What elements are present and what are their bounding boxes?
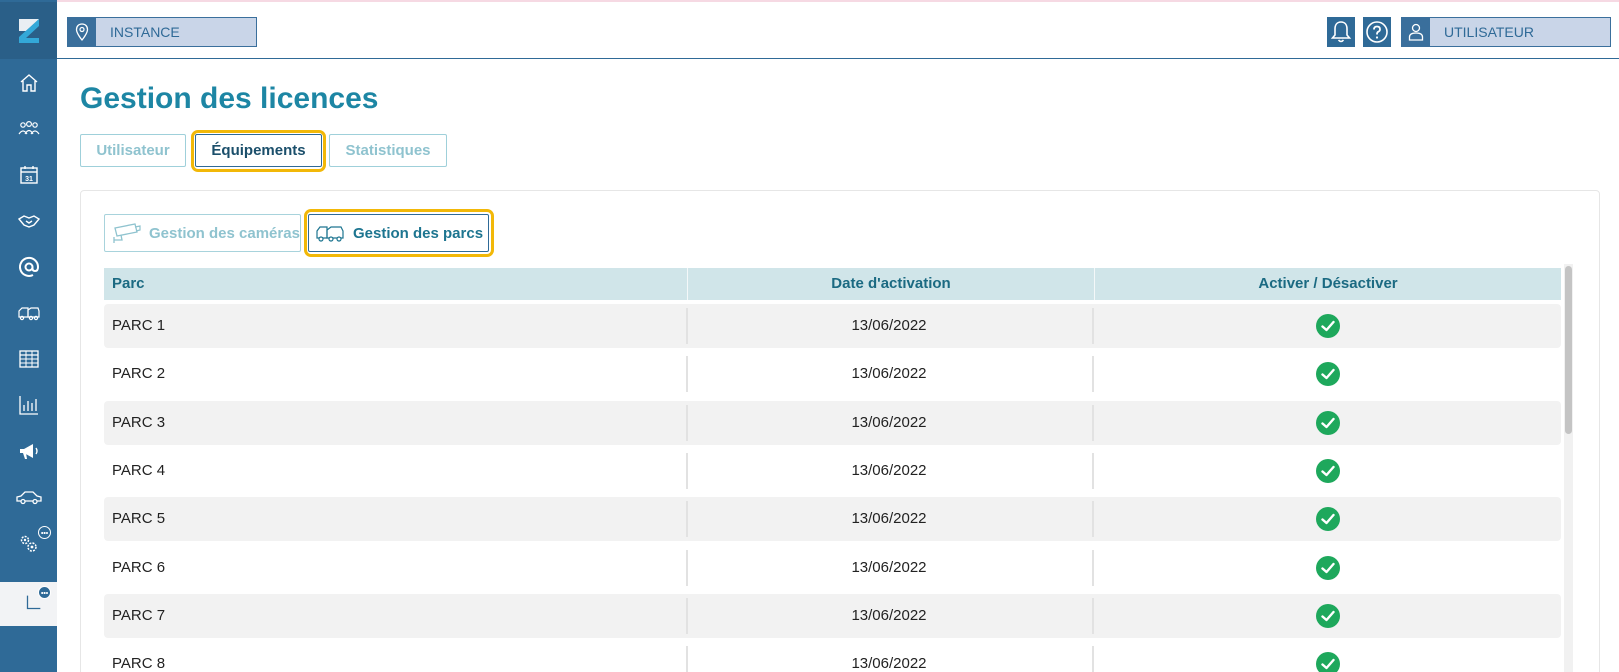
vehicles-icon bbox=[17, 307, 40, 321]
cell-activation bbox=[1094, 352, 1561, 396]
user-icon bbox=[1402, 18, 1430, 46]
subtab-parcs[interactable]: Gestion des parcs bbox=[308, 214, 489, 252]
page-title: Gestion des licences bbox=[80, 82, 379, 115]
table-row: PARC 2 13/06/2022 bbox=[104, 352, 1561, 396]
active-check-icon[interactable] bbox=[1315, 556, 1340, 580]
table-row: PARC 1 13/06/2022 bbox=[104, 304, 1561, 348]
active-check-icon[interactable] bbox=[1315, 604, 1340, 628]
instance-selector[interactable]: INSTANCE bbox=[67, 17, 257, 47]
cell-date: 13/06/2022 bbox=[851, 559, 927, 576]
sidebar-item-tools[interactable] bbox=[0, 582, 57, 626]
cell-activation bbox=[1094, 304, 1561, 348]
sidebar-item-table[interactable] bbox=[0, 336, 57, 382]
table-row: PARC 7 13/06/2022 bbox=[104, 594, 1561, 638]
cell-activation bbox=[1094, 546, 1561, 590]
sidebar: 31 bbox=[0, 0, 57, 672]
tab-statistiques[interactable]: Statistiques bbox=[329, 134, 447, 167]
tab-equipements[interactable]: Équipements bbox=[195, 134, 322, 167]
z-logo-icon bbox=[18, 18, 39, 43]
tab-utilisateur[interactable]: Utilisateur bbox=[80, 134, 186, 167]
cell-activation bbox=[1094, 642, 1561, 672]
handshake-icon bbox=[17, 215, 40, 228]
cell-parc: PARC 3 bbox=[112, 414, 166, 431]
table-row: PARC 6 13/06/2022 bbox=[104, 546, 1561, 590]
top-header: INSTANCE UTILISATEUR bbox=[57, 2, 1619, 59]
cell-activation bbox=[1094, 594, 1561, 638]
help-icon bbox=[1366, 21, 1388, 43]
active-check-icon[interactable] bbox=[1315, 314, 1340, 338]
table-row: PARC 5 13/06/2022 bbox=[104, 497, 1561, 541]
subtab-parcs-label: Gestion des parcs bbox=[353, 224, 484, 242]
home-icon bbox=[20, 74, 37, 92]
cell-parc: PARC 7 bbox=[112, 607, 166, 624]
table-row: PARC 3 13/06/2022 bbox=[104, 401, 1561, 445]
cell-parc: PARC 1 bbox=[112, 317, 166, 334]
cell-parc: PARC 8 bbox=[112, 655, 166, 672]
table-icon bbox=[18, 350, 39, 368]
location-pin-icon bbox=[68, 18, 96, 46]
subtab-cameras-label: Gestion des caméras bbox=[149, 224, 300, 242]
cell-parc: PARC 5 bbox=[112, 510, 166, 527]
column-header-activation[interactable]: Activer / Désactiver bbox=[1095, 268, 1561, 300]
sidebar-item-parks[interactable] bbox=[0, 290, 57, 336]
cell-date: 13/06/2022 bbox=[851, 655, 927, 672]
instance-label: INSTANCE bbox=[110, 24, 180, 40]
cell-parc: PARC 6 bbox=[112, 559, 166, 576]
app-logo[interactable] bbox=[0, 2, 57, 59]
cell-activation bbox=[1094, 449, 1561, 493]
active-check-icon[interactable] bbox=[1315, 459, 1340, 483]
subtab-cameras[interactable]: Gestion des caméras bbox=[104, 214, 301, 252]
table-row: PARC 8 13/06/2022 bbox=[104, 642, 1561, 672]
column-header-parc[interactable]: Parc bbox=[112, 268, 145, 300]
cell-parc: PARC 2 bbox=[112, 365, 166, 382]
bar-chart-icon bbox=[18, 396, 38, 415]
cell-date: 13/06/2022 bbox=[851, 510, 927, 527]
car-icon bbox=[15, 491, 42, 505]
table-row: PARC 4 13/06/2022 bbox=[104, 449, 1561, 493]
cell-date: 13/06/2022 bbox=[851, 607, 927, 624]
cell-date: 13/06/2022 bbox=[851, 462, 927, 479]
sidebar-item-home[interactable] bbox=[0, 60, 57, 106]
bell-icon bbox=[1330, 21, 1352, 43]
sidebar-item-email[interactable] bbox=[0, 244, 57, 290]
sidebar-item-users[interactable] bbox=[0, 106, 57, 152]
megaphone-icon bbox=[19, 444, 38, 459]
cell-parc: PARC 4 bbox=[112, 462, 166, 479]
column-header-date[interactable]: Date d'activation bbox=[688, 268, 1094, 300]
help-button[interactable] bbox=[1363, 17, 1391, 47]
user-label: UTILISATEUR bbox=[1444, 24, 1534, 40]
svg-text:31: 31 bbox=[25, 176, 33, 183]
at-icon bbox=[18, 256, 39, 277]
sidebar-item-vehicle[interactable] bbox=[0, 474, 57, 520]
sidebar-item-stats[interactable] bbox=[0, 382, 57, 428]
gears-icon bbox=[20, 535, 37, 552]
sidebar-item-handshake[interactable] bbox=[0, 198, 57, 244]
cell-date: 13/06/2022 bbox=[851, 317, 927, 334]
notifications-button[interactable] bbox=[1327, 17, 1355, 47]
scrollbar-thumb[interactable] bbox=[1565, 266, 1572, 434]
camera-icon bbox=[111, 221, 141, 245]
sidebar-item-settings[interactable] bbox=[0, 520, 57, 566]
more-badge bbox=[38, 526, 51, 539]
active-check-icon[interactable] bbox=[1315, 411, 1340, 435]
sidebar-item-calendar[interactable]: 31 bbox=[0, 152, 57, 198]
vehicles-icon bbox=[315, 222, 345, 244]
sidebar-item-announcements[interactable] bbox=[0, 428, 57, 474]
active-check-icon[interactable] bbox=[1315, 362, 1340, 386]
calendar-icon: 31 bbox=[19, 166, 38, 184]
active-check-icon[interactable] bbox=[1315, 652, 1340, 672]
user-menu[interactable]: UTILISATEUR bbox=[1401, 17, 1611, 47]
cell-activation bbox=[1094, 401, 1561, 445]
active-check-icon[interactable] bbox=[1315, 507, 1340, 531]
cell-activation bbox=[1094, 497, 1561, 541]
group-icon bbox=[18, 120, 39, 135]
cell-date: 13/06/2022 bbox=[851, 365, 927, 382]
more-badge-2 bbox=[38, 586, 51, 599]
table-header: Parc Date d'activation Activer / Désacti… bbox=[104, 268, 1561, 300]
cell-date: 13/06/2022 bbox=[851, 414, 927, 431]
